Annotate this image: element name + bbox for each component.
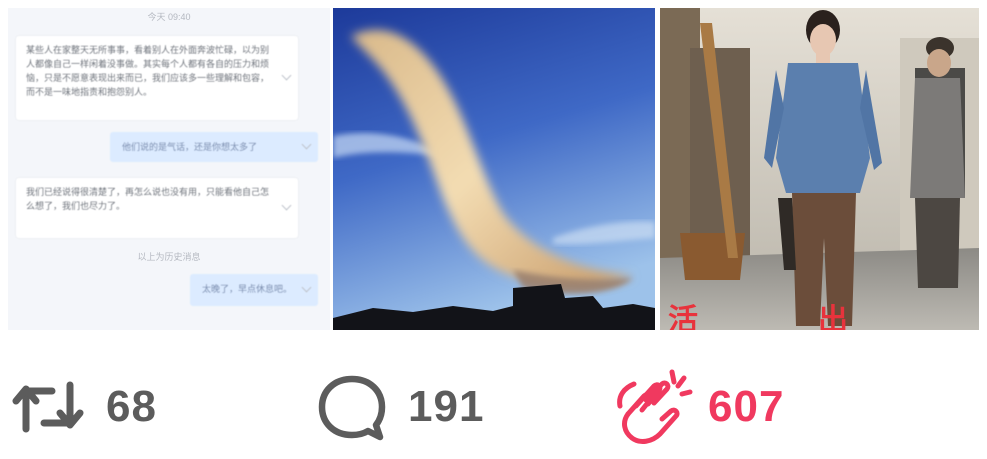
street-photo-art bbox=[660, 8, 979, 330]
chevron-down-icon bbox=[301, 139, 312, 150]
applaud-count: 607 bbox=[708, 382, 785, 431]
chevron-down-icon bbox=[301, 282, 312, 293]
comment-count: 191 bbox=[408, 382, 485, 431]
chat-bubble-outgoing: 太晚了，早点休息吧。 bbox=[190, 274, 318, 306]
chat-bubble-incoming: 某些人在家整天无所事事，看着别人在外面奔波忙碌，以为别人都像自己一样闲着没事做。… bbox=[16, 36, 298, 120]
chat-bubble-text: 某些人在家整天无所事事，看着别人在外面奔波忙碌，以为别人都像自己一样闲着没事做。… bbox=[26, 45, 270, 97]
chat-bubble-incoming: 我们已经说得很清楚了，再怎么说也没有用，只能看他自己怎么想了，我们也尽力了。 bbox=[16, 178, 298, 238]
retweet-icon bbox=[12, 381, 84, 433]
chevron-down-icon bbox=[281, 70, 292, 81]
comment-button[interactable]: 191 bbox=[316, 355, 484, 459]
retweet-count: 68 bbox=[106, 382, 157, 431]
image-street-photo[interactable]: 活出 活出 bbox=[660, 8, 979, 330]
image-chat-screenshot[interactable]: 今天 09:40 某些人在家整天无所事事，看着别人在外面奔波忙碌，以为别人都像自… bbox=[8, 8, 330, 330]
chat-system-line: 今天 09:40 bbox=[147, 12, 191, 22]
chevron-down-icon bbox=[281, 200, 292, 211]
chat-bubble-outgoing: 他们说的是气话，还是你想太多了 bbox=[110, 132, 318, 162]
image-gallery: 今天 09:40 某些人在家整天无所事事，看着别人在外面奔波忙碌，以为别人都像自… bbox=[8, 8, 979, 330]
chat-bubble-text: 太晚了，早点休息吧。 bbox=[202, 284, 293, 294]
image-sky-photo[interactable] bbox=[333, 8, 655, 330]
action-bar: 68 191 607 bbox=[0, 355, 987, 459]
chat-bubble-text: 他们说的是气话，还是你想太多了 bbox=[122, 142, 258, 152]
sky-photo-art bbox=[333, 8, 655, 330]
chat-bubble-text: 我们已经说得很清楚了，再怎么说也没有用，只能看他自己怎么想了，我们也尽力了。 bbox=[26, 187, 270, 211]
chat-system-line: 以上为历史消息 bbox=[137, 252, 201, 262]
street-photo-caption: 活出 活出 bbox=[668, 304, 979, 331]
comment-icon bbox=[318, 375, 386, 441]
retweet-button[interactable]: 68 bbox=[12, 355, 157, 459]
applaud-button[interactable]: 607 bbox=[612, 355, 784, 459]
clap-icon bbox=[617, 369, 693, 444]
